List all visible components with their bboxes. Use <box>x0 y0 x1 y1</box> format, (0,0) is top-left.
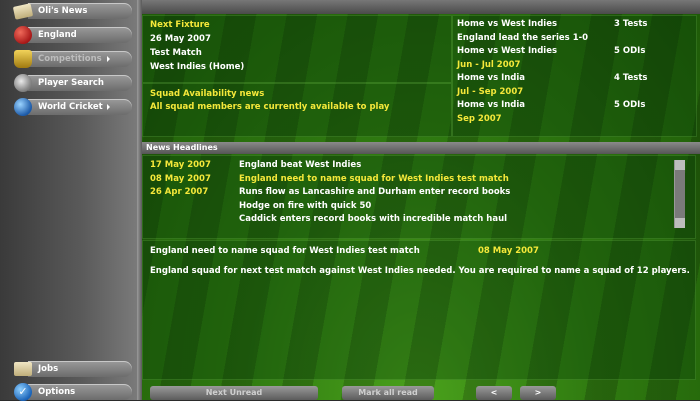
scroll-up-icon[interactable] <box>675 160 685 170</box>
news-row[interactable] <box>142 201 667 214</box>
news-date: 08 May 2007 <box>150 173 211 184</box>
sidebar-item-label: England <box>38 30 77 40</box>
sidebar-item-competitions[interactable]: Competitions <box>14 50 132 68</box>
top-bar <box>142 0 700 14</box>
series-left: Home vs India <box>457 100 526 110</box>
mark-all-read-button[interactable]: Mark all read <box>342 386 434 400</box>
sidebar-item-label: Oli's News <box>38 6 88 16</box>
fixture-heading: Next Fixture <box>150 20 210 30</box>
series-right: 3 Tests <box>614 19 648 29</box>
sidebar-item-england[interactable]: England <box>14 26 132 44</box>
series-left: Jun - Jul 2007 <box>457 59 521 70</box>
sidebar-item-world-cricket[interactable]: World Cricket <box>14 98 132 116</box>
news-headline: Runs flow as Lancashire and Durham enter… <box>239 187 511 197</box>
submenu-arrow-icon <box>107 56 110 62</box>
news-section-title: News Headlines <box>142 142 700 154</box>
series-left: Home vs West Indies <box>457 46 558 56</box>
series-left: Sep 2007 <box>457 113 502 124</box>
news-headline: England beat West Indies <box>239 160 362 170</box>
sidebar-item-olis-news[interactable]: Oli's News <box>12 2 132 20</box>
fixture-date: 26 May 2007 <box>150 34 211 44</box>
sidebar-item-label: Jobs <box>38 364 59 374</box>
news-headline: Caddick enters record books with incredi… <box>239 214 508 224</box>
article-body: England squad for next test match agains… <box>150 266 690 276</box>
series-right: 5 ODIs <box>614 100 646 110</box>
news-headline: Hodge on fire with quick 50 <box>239 200 372 211</box>
magnifier-icon <box>14 74 32 92</box>
fixture-opponent: West Indies (Home) <box>150 62 245 72</box>
scroll-down-icon[interactable] <box>675 218 685 228</box>
sidebar: Oli's News England Competitions Player S… <box>0 0 137 401</box>
series-right: 5 ODIs <box>614 46 646 56</box>
sidebar-item-label: Competitions <box>38 54 102 64</box>
article-panel <box>142 240 696 380</box>
sidebar-item-jobs[interactable]: Jobs <box>14 360 132 378</box>
series-left: Home vs West Indies <box>457 19 558 29</box>
series-right: 4 Tests <box>614 73 648 83</box>
submenu-arrow-icon <box>107 104 110 110</box>
sidebar-item-label: Player Search <box>38 78 104 88</box>
news-date: 17 May 2007 <box>150 160 211 170</box>
fixture-type: Test Match <box>150 48 202 58</box>
news-date: 26 Apr 2007 <box>150 187 209 197</box>
news-row[interactable] <box>142 160 667 173</box>
globe-icon <box>14 98 32 116</box>
prev-button[interactable]: < <box>476 386 512 400</box>
checkmark-icon: ✓ <box>14 383 32 401</box>
availability-heading: Squad Availability news <box>150 89 265 99</box>
sidebar-item-label: World Cricket <box>38 102 103 112</box>
availability-message: All squad members are currently availabl… <box>150 102 390 112</box>
sidebar-item-label: Options <box>38 387 76 397</box>
series-left: England lead the series 1-0 <box>457 32 589 43</box>
sidebar-item-options[interactable]: ✓ Options <box>14 383 132 401</box>
news-scrollbar[interactable] <box>674 160 685 228</box>
scroll-icon <box>14 362 32 376</box>
news-headline: England need to name squad for West Indi… <box>239 173 509 184</box>
next-button[interactable]: > <box>520 386 556 400</box>
next-unread-button[interactable]: Next Unread <box>150 386 318 400</box>
article-title: England need to name squad for West Indi… <box>150 246 420 256</box>
cricket-ball-icon <box>14 26 32 44</box>
sidebar-item-player-search[interactable]: Player Search <box>14 74 132 92</box>
series-left: Jul - Sep 2007 <box>457 86 524 97</box>
article-date: 08 May 2007 <box>478 246 539 256</box>
trophy-icon <box>14 50 32 68</box>
series-left: Home vs India <box>457 73 526 83</box>
